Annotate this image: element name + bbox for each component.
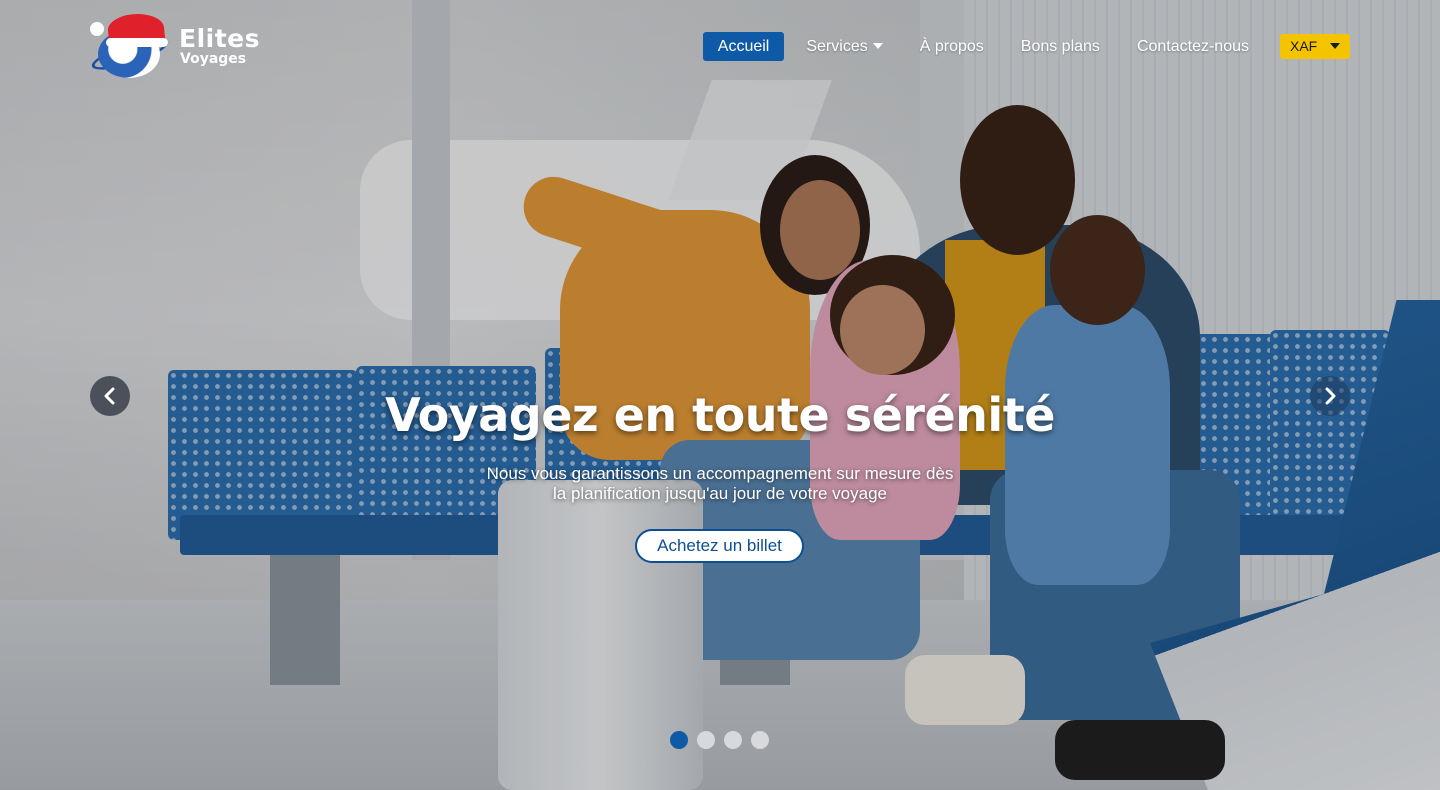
carousel-dot-3[interactable] [724,731,742,749]
brand-logo[interactable]: Elites Voyages [88,11,261,78]
brand-name: Elites [179,24,261,53]
nav-item-label: Services [806,37,868,55]
nav-item-accueil[interactable]: Accueil [702,31,785,61]
nav-item-bons-plans[interactable]: Bons plans [1006,32,1115,61]
nav-item-contact[interactable]: Contactez-nous [1122,32,1264,61]
currency-value: XAF [1290,37,1318,54]
caret-down-icon [872,43,883,50]
hero-subtitle-line: la planification jusqu'au jour de votre … [552,484,887,503]
hero-subtitle: Nous vous garantissons un accompagnement… [0,464,1440,504]
nav-item-a-propos[interactable]: À propos [905,32,999,61]
hero-subtitle-line: Nous vous garantissons un accompagnement… [486,464,954,483]
caret-down-icon [1330,43,1340,49]
brand-subname: Voyages [180,51,247,67]
currency-select[interactable]: XAF [1280,33,1350,59]
buy-ticket-button[interactable]: Achetez un billet [635,529,804,563]
carousel-dot-1[interactable] [670,731,688,749]
santa-hat-pompom [90,22,104,36]
santa-hat-band [106,38,168,47]
carousel-dot-2[interactable] [697,731,715,749]
hero-carousel: Elites Voyages Accueil Services À propos… [0,0,1440,790]
nav-item-services[interactable]: Services [791,32,897,61]
carousel-dot-4[interactable] [751,731,769,749]
carousel-indicators [670,731,778,749]
hero-headline: Voyagez en toute sérénité [385,388,1055,442]
main-nav: Accueil Services À propos Bons plans Con… [696,31,1350,61]
